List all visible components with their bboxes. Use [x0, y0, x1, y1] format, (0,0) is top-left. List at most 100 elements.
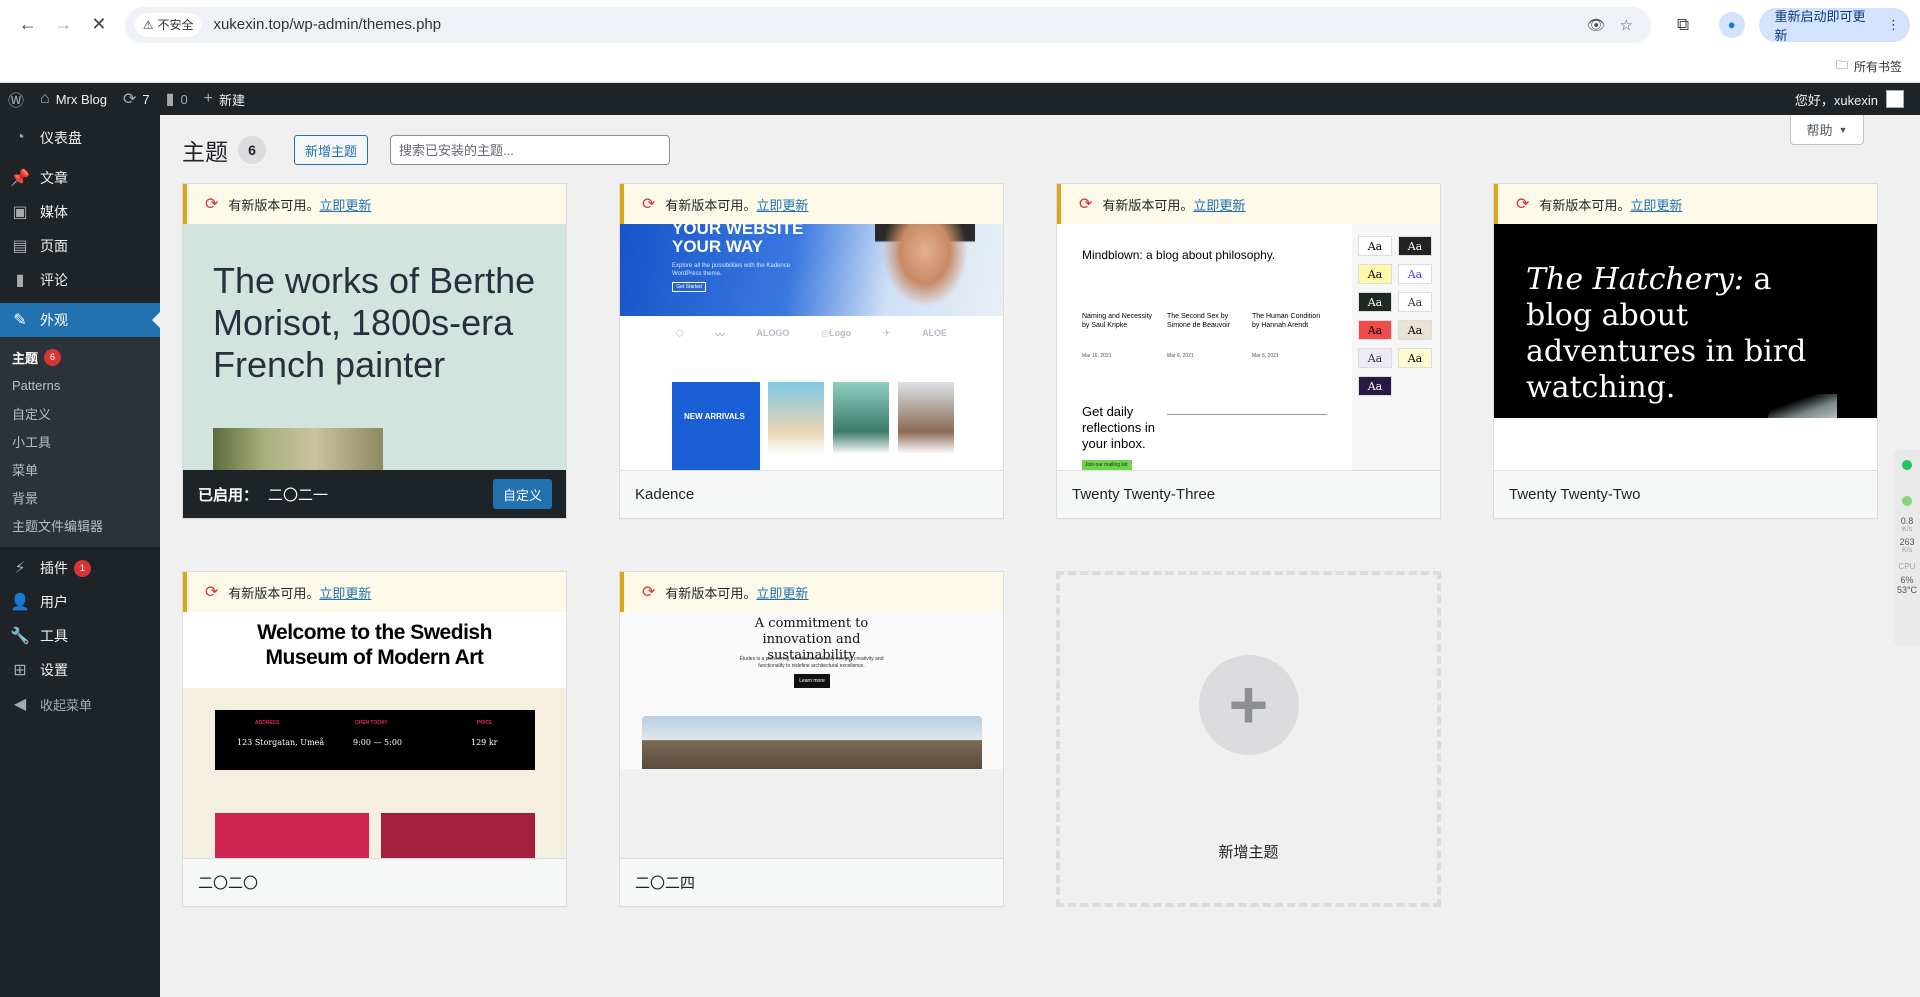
wp-logo-icon[interactable]: Ⓦ	[0, 83, 32, 115]
sidebar-item-tools[interactable]: 🔧 工具	[0, 619, 160, 653]
comments-link[interactable]: ▮ 0	[158, 83, 196, 115]
info-value: 9:00 — 5:00	[353, 738, 403, 747]
logo-item: ALOGO	[756, 328, 790, 338]
style-swatch: Aa	[1358, 348, 1392, 368]
wp-admin-bar: Ⓦ ⌂ Mrx Blog ⟳ 7 ▮ 0 + 新建 您好，xukexin	[0, 83, 1920, 115]
search-themes-input[interactable]	[390, 135, 671, 165]
theme-card-twentytwentytwo[interactable]: ⟳ 有新版本可用。立即更新 The Hatchery: a blog about…	[1493, 183, 1878, 519]
update-now-link[interactable]: 立即更新	[756, 586, 808, 601]
theme-card-twentytwentythree[interactable]: ⟳ 有新版本可用。立即更新 Mindblown: a blog about ph…	[1056, 183, 1441, 519]
net-down-unit: K/s	[1901, 547, 1913, 554]
url-text[interactable]: xukexin.top/wp-admin/themes.php	[213, 16, 1581, 33]
update-now-link[interactable]: 立即更新	[756, 198, 808, 213]
help-tab-button[interactable]: 帮助 ▼	[1790, 115, 1864, 145]
style-swatch: Aa	[1358, 236, 1392, 256]
preview-button: Learn more	[794, 674, 830, 688]
new-content-link[interactable]: + 新建	[196, 83, 253, 115]
update-refresh-icon: ⟳	[642, 196, 656, 213]
profile-avatar-icon[interactable]: ●	[1718, 11, 1745, 38]
theme-card-twentytwenty[interactable]: ⟳ 有新版本可用。立即更新 Welcome to the Swedish Mus…	[182, 571, 567, 907]
sidebar-item-media[interactable]: ▣ 媒体	[0, 195, 160, 229]
info-label: OPEN TODAY	[355, 720, 388, 726]
updates-count: 7	[142, 91, 150, 107]
sidebar-item-appearance[interactable]: ✎ 外观	[0, 303, 160, 337]
site-name-link[interactable]: ⌂ Mrx Blog	[32, 83, 115, 115]
settings-icon: ⊞	[13, 662, 27, 679]
theme-screenshot[interactable]: Welcome to the Swedish Museum of Modern …	[183, 612, 566, 859]
customize-button[interactable]: 自定义	[492, 479, 552, 509]
kebab-menu-icon[interactable]: ⋮	[1887, 17, 1900, 33]
theme-card-twentytwentyone[interactable]: ⟳ 有新版本可用。立即更新 The works of Berthe Moriso…	[182, 183, 567, 519]
updates-link[interactable]: ⟳ 7	[115, 83, 158, 115]
address-bar[interactable]: ⚠ 不安全 xukexin.top/wp-admin/themes.php 👁 …	[124, 6, 1652, 43]
submenu-item-menus[interactable]: 菜单	[0, 455, 160, 483]
submenu-item-patterns[interactable]: Patterns	[0, 371, 160, 399]
stop-loading-icon[interactable]: ✕	[81, 7, 117, 43]
update-now-link[interactable]: 立即更新	[1193, 198, 1245, 213]
update-now-link[interactable]: 立即更新	[1630, 198, 1682, 213]
preview-post: The Second Sex by Simone de Beauvoir Mar…	[1167, 312, 1243, 361]
sidebar-item-comments[interactable]: ▮ 评论	[0, 263, 160, 297]
site-name: Mrx Blog	[55, 91, 107, 107]
sidebar-item-label: 页面	[40, 238, 68, 254]
painting-image	[213, 428, 383, 471]
pin-icon: 📌	[10, 170, 30, 187]
net-up-value: 0.8	[1900, 516, 1914, 526]
theme-screenshot[interactable]: A commitment to innovation and sustainab…	[620, 612, 1003, 859]
sidebar-item-settings[interactable]: ⊞ 设置	[0, 653, 160, 687]
add-new-theme-button[interactable]: 新增主题	[294, 135, 369, 165]
update-text: 有新版本可用。	[228, 197, 320, 213]
theme-card-kadence[interactable]: ⟳ 有新版本可用。立即更新 YOUR WEBSITE YOUR WAY Expl…	[619, 183, 1004, 519]
sidebar-item-pages[interactable]: ▤ 页面	[0, 229, 160, 263]
temp-value: 53°C	[1896, 585, 1918, 595]
logo-item: ✈	[882, 328, 891, 338]
theme-screenshot[interactable]: Mindblown: a blog about philosophy. Nami…	[1057, 224, 1440, 471]
theme-screenshot[interactable]: The Hatchery: a blog about adventures in…	[1494, 224, 1877, 471]
style-swatch: Aa	[1358, 264, 1392, 284]
back-icon[interactable]: ←	[10, 7, 46, 43]
forward-icon[interactable]: →	[46, 7, 82, 43]
greeting[interactable]: 您好，xukexin	[1795, 90, 1878, 109]
red-image-block	[381, 813, 535, 859]
bookmark-star-icon[interactable]: ☆	[1611, 16, 1641, 34]
submenu-item-themes[interactable]: 主题 6	[0, 343, 160, 371]
style-swatch: Aa	[1398, 236, 1432, 256]
folder-icon: 🗀	[1835, 57, 1848, 72]
avatar[interactable]	[1886, 90, 1904, 108]
sidebar-item-posts[interactable]: 📌 文章	[0, 161, 160, 195]
collapse-menu-button[interactable]: ◀ 收起菜单	[0, 687, 160, 721]
eye-icon[interactable]: 👁	[1581, 16, 1611, 34]
update-text: 有新版本可用。	[1539, 197, 1631, 213]
preview-sub-text: Études is a pioneering firm that seamles…	[739, 656, 884, 669]
all-bookmarks-link[interactable]: 所有书签	[1854, 58, 1902, 75]
sidebar-item-plugins[interactable]: ⚡ 插件 1	[0, 551, 160, 585]
theme-screenshot[interactable]: YOUR WEBSITE YOUR WAY Explore all the po…	[620, 224, 1003, 471]
style-swatch: Aa	[1398, 320, 1432, 340]
divider-line	[1167, 414, 1327, 415]
user-icon: 👤	[10, 594, 30, 611]
cpu-value: 6%	[1900, 575, 1914, 585]
post-title: Naming and Necessity by Saul Kripke	[1082, 313, 1153, 329]
submenu-label: 主题文件编辑器	[12, 518, 104, 534]
submenu-item-widgets[interactable]: 小工具	[0, 427, 160, 455]
theme-screenshot[interactable]: The works of Berthe Morisot, 1800s-era F…	[183, 224, 566, 471]
update-now-link[interactable]: 立即更新	[319, 586, 371, 601]
sidebar-item-label: 用户	[40, 594, 68, 610]
submenu-item-customize[interactable]: 自定义	[0, 399, 160, 427]
add-new-theme-card[interactable]: + 新增主题	[1056, 571, 1441, 907]
extensions-icon[interactable]: ⧉	[1665, 15, 1701, 35]
logo-item: ⬡	[675, 328, 684, 338]
submenu-item-theme-editor[interactable]: 主题文件编辑器	[0, 511, 160, 539]
sidebar-item-dashboard[interactable]: ◔ 仪表盘	[0, 121, 160, 155]
system-monitor-widget[interactable]: 0.8 K/s 263 K/s CPU 6% 53°C	[1894, 450, 1920, 645]
preview-heading: Welcome to the Swedish Museum of Modern …	[257, 621, 492, 669]
submenu-label: 菜单	[12, 462, 39, 478]
theme-name-bar: Twenty Twenty-Two	[1494, 470, 1877, 518]
security-chip[interactable]: ⚠ 不安全	[134, 12, 202, 37]
relaunch-update-button[interactable]: 重新启动即可更新 ⋮	[1758, 7, 1910, 43]
theme-card-twentytwentyfour[interactable]: ⟳ 有新版本可用。立即更新 A commitment to innovation…	[619, 571, 1004, 907]
sidebar-item-users[interactable]: 👤 用户	[0, 585, 160, 619]
submenu-label: 主题	[12, 350, 39, 366]
update-now-link[interactable]: 立即更新	[319, 198, 371, 213]
submenu-item-background[interactable]: 背景	[0, 483, 160, 511]
